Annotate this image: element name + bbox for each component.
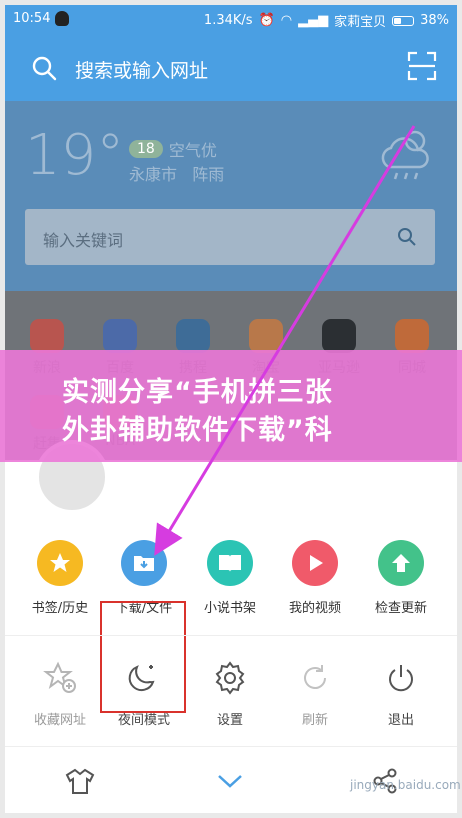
qq-notification-icon	[55, 11, 69, 26]
signal-icon: ▂▄▆	[298, 13, 329, 28]
check-update-button[interactable]: 检查更新	[359, 540, 443, 616]
refresh-button[interactable]: 刷新	[273, 655, 357, 728]
watermark-text: jingyan.baidu.com	[350, 778, 461, 792]
bookmarks-history-button[interactable]: 书签/历史	[18, 540, 102, 616]
novel-shelf-button[interactable]: 小说书架	[188, 540, 272, 616]
temperature: 19°	[25, 123, 125, 188]
network-speed: 1.34K/s	[203, 13, 253, 28]
favorite-url-button[interactable]: 收藏网址	[18, 655, 102, 728]
chevron-down-icon[interactable]	[215, 767, 245, 799]
rain-cloud-icon	[377, 123, 437, 187]
shortcut-icon	[322, 319, 356, 353]
night-mode-button[interactable]: 夜间模式	[102, 655, 186, 728]
settings-button[interactable]: 设置	[188, 655, 272, 728]
shortcut-icon	[30, 319, 64, 353]
clock: 10:54	[13, 11, 51, 26]
shortcut-icon	[395, 319, 429, 353]
shortcut-icon	[176, 319, 210, 353]
shirt-icon[interactable]	[65, 767, 95, 799]
refresh-icon	[292, 655, 338, 701]
gear-icon	[207, 655, 253, 701]
search-icon[interactable]	[31, 55, 57, 85]
battery-icon	[392, 15, 415, 26]
alarm-icon: ⏰	[258, 13, 275, 28]
scan-icon[interactable]	[407, 51, 437, 85]
search-header: 搜索或输入网址	[5, 33, 457, 101]
star-add-icon	[37, 655, 83, 701]
keyword-search-box[interactable]: 输入关键词	[25, 209, 435, 265]
divider	[5, 635, 457, 636]
star-icon	[37, 540, 83, 586]
power-icon	[378, 655, 424, 701]
weather-card: 19° 18 空气优 永康市 阵雨 输入关键词	[5, 101, 457, 291]
status-bar: 10:54 1.34K/s ⏰ ◠ ▂▄▆ 家莉宝贝 38%	[5, 5, 457, 33]
location: 永康市	[129, 165, 178, 184]
exit-button[interactable]: 退出	[359, 655, 443, 728]
download-folder-icon	[121, 540, 167, 586]
shortcut-icon	[103, 319, 137, 353]
my-videos-button[interactable]: 我的视频	[273, 540, 357, 616]
keyword-input[interactable]: 输入关键词	[43, 227, 123, 251]
moon-icon	[121, 655, 167, 701]
aqi-text: 空气优	[168, 141, 217, 160]
play-icon	[292, 540, 338, 586]
wifi-icon: ◠	[280, 13, 293, 28]
banner-line-1: 实测分享“手机拼三张	[62, 377, 333, 408]
aqi-badge: 18	[129, 140, 163, 158]
battery-percent: 38%	[420, 13, 449, 28]
shortcut-icon	[249, 319, 283, 353]
watermark-banner: 实测分享“手机拼三张 外卦辅助软件下载”科	[0, 350, 462, 462]
banner-line-2: 外卦辅助软件下载”科	[62, 415, 333, 446]
login-link[interactable]: 立即登录	[117, 463, 185, 488]
upload-arrow-icon	[378, 540, 424, 586]
weather-condition: 阵雨	[192, 165, 225, 184]
book-icon	[207, 540, 253, 586]
keyword-search-icon[interactable]	[397, 227, 417, 251]
menu-sheet: 立即登录 书签/历史 下载/文件 小说书架 我的视频 检查更新 收藏网址 夜间模…	[5, 440, 457, 813]
carrier-name: 家莉宝贝	[334, 15, 387, 30]
search-input[interactable]: 搜索或输入网址	[75, 56, 208, 83]
